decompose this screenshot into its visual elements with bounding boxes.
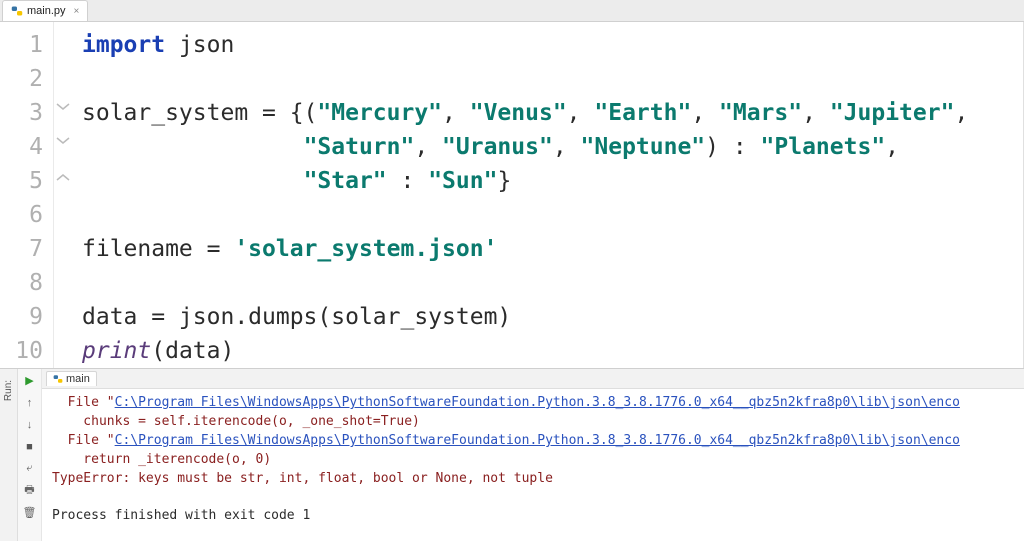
code-area[interactable]: import json solar_system = {("Mercury", … (74, 22, 1023, 368)
console-output[interactable]: File "C:\Program Files\WindowsApps\Pytho… (42, 389, 1024, 541)
code-line: filename = 'solar_system.json' (82, 232, 1023, 266)
code-line: print(data) (82, 334, 1023, 368)
code-line: "Saturn", "Uranus", "Neptune") : "Planet… (82, 130, 1023, 164)
fold-column (54, 22, 74, 368)
line-number: 2 (0, 62, 53, 96)
builtin-call: print (82, 338, 151, 364)
arrow-down-icon[interactable]: ↓ (22, 417, 38, 433)
run-tabbar: main (42, 369, 1024, 389)
code-text: data = json.dumps(solar_system) (82, 304, 511, 330)
fold-marker-icon[interactable] (56, 168, 70, 178)
run-toolbar: ▶ ↑ ↓ ■ ⤶ 🖶 🗑 (18, 369, 42, 541)
string-literal: "Mercury" (317, 100, 442, 126)
line-number: 6 (0, 198, 53, 232)
line-number: 4 (0, 130, 53, 164)
line-number: 7 (0, 232, 53, 266)
code-line: import json (82, 28, 1023, 62)
code-text: (data) (151, 338, 234, 364)
close-icon[interactable]: × (74, 6, 80, 17)
string-literal: "Saturn" (304, 134, 415, 160)
string-literal: "Mars" (719, 100, 802, 126)
keyword: import (82, 32, 165, 58)
code-text: solar_system = {( (82, 100, 317, 126)
string-literal: "Venus" (470, 100, 567, 126)
error-message: TypeError: keys must be str, int, float,… (52, 471, 553, 486)
traceback-file-prefix: File " (52, 395, 115, 410)
string-literal: "Star" (304, 168, 387, 194)
code-line: data = json.dumps(solar_system) (82, 300, 1023, 334)
print-icon[interactable]: 🖶 (22, 483, 38, 499)
string-literal: "Planets" (761, 134, 886, 160)
string-literal: "Neptune" (581, 134, 706, 160)
arrow-up-icon[interactable]: ↑ (22, 395, 38, 411)
line-number: 10 (0, 334, 53, 368)
line-number: 3 (0, 96, 53, 130)
code-line: "Star" : "Sun"} (82, 164, 1023, 198)
string-literal: "Earth" (594, 100, 691, 126)
string-literal: "Sun" (428, 168, 497, 194)
run-icon[interactable]: ▶ (22, 373, 38, 389)
editor-tabbar: main.py × (0, 0, 1024, 22)
string-literal: 'solar_system.json' (234, 236, 497, 262)
traceback-path-link[interactable]: C:\Program Files\WindowsApps\PythonSoftw… (115, 395, 960, 410)
code-line (82, 198, 1023, 232)
module-name: json (165, 32, 234, 58)
editor-tab-label: main.py (27, 5, 66, 17)
code-line: solar_system = {("Mercury", "Venus", "Ea… (82, 96, 1023, 130)
line-number: 5 (0, 164, 53, 198)
run-tab-main[interactable]: main (46, 371, 97, 386)
traceback-code: chunks = self.iterencode(o, _one_shot=Tr… (52, 414, 420, 429)
line-gutter: 1 2 3 4 5 6 7 8 9 10 (0, 22, 54, 368)
line-number: 1 (0, 28, 53, 62)
ide-root: main.py × 1 2 3 4 5 6 7 8 9 10 (0, 0, 1024, 541)
string-literal: "Jupiter" (830, 100, 955, 126)
python-run-icon (53, 374, 63, 384)
traceback-path-link[interactable]: C:\Program Files\WindowsApps\PythonSoftw… (115, 433, 960, 448)
stop-icon[interactable]: ■ (22, 439, 38, 455)
soft-wrap-icon[interactable]: ⤶ (22, 461, 38, 477)
line-number: 9 (0, 300, 53, 334)
run-panel-label-strip: Run: (0, 369, 18, 541)
code-line (82, 62, 1023, 96)
run-panel-label: Run: (3, 380, 14, 401)
code-text: filename = (82, 236, 234, 262)
code-line (82, 266, 1023, 300)
line-number: 8 (0, 266, 53, 300)
run-tab-label: main (66, 373, 90, 385)
fold-marker-icon[interactable] (56, 100, 70, 110)
traceback-file-prefix: File " (52, 433, 115, 448)
run-body: main File "C:\Program Files\WindowsApps\… (42, 369, 1024, 541)
trash-icon[interactable]: 🗑 (22, 505, 38, 521)
run-panel: Run: ▶ ↑ ↓ ■ ⤶ 🖶 🗑 main File "C:\Program… (0, 368, 1024, 541)
editor-tab-main[interactable]: main.py × (2, 0, 88, 21)
exit-message: Process finished with exit code 1 (52, 506, 1016, 525)
string-literal: "Uranus" (442, 134, 553, 160)
traceback-code: return _iterencode(o, 0) (52, 452, 271, 467)
fold-marker-icon[interactable] (56, 134, 70, 144)
code-editor[interactable]: 1 2 3 4 5 6 7 8 9 10 import json solar_s… (0, 22, 1024, 368)
python-file-icon (11, 5, 23, 17)
